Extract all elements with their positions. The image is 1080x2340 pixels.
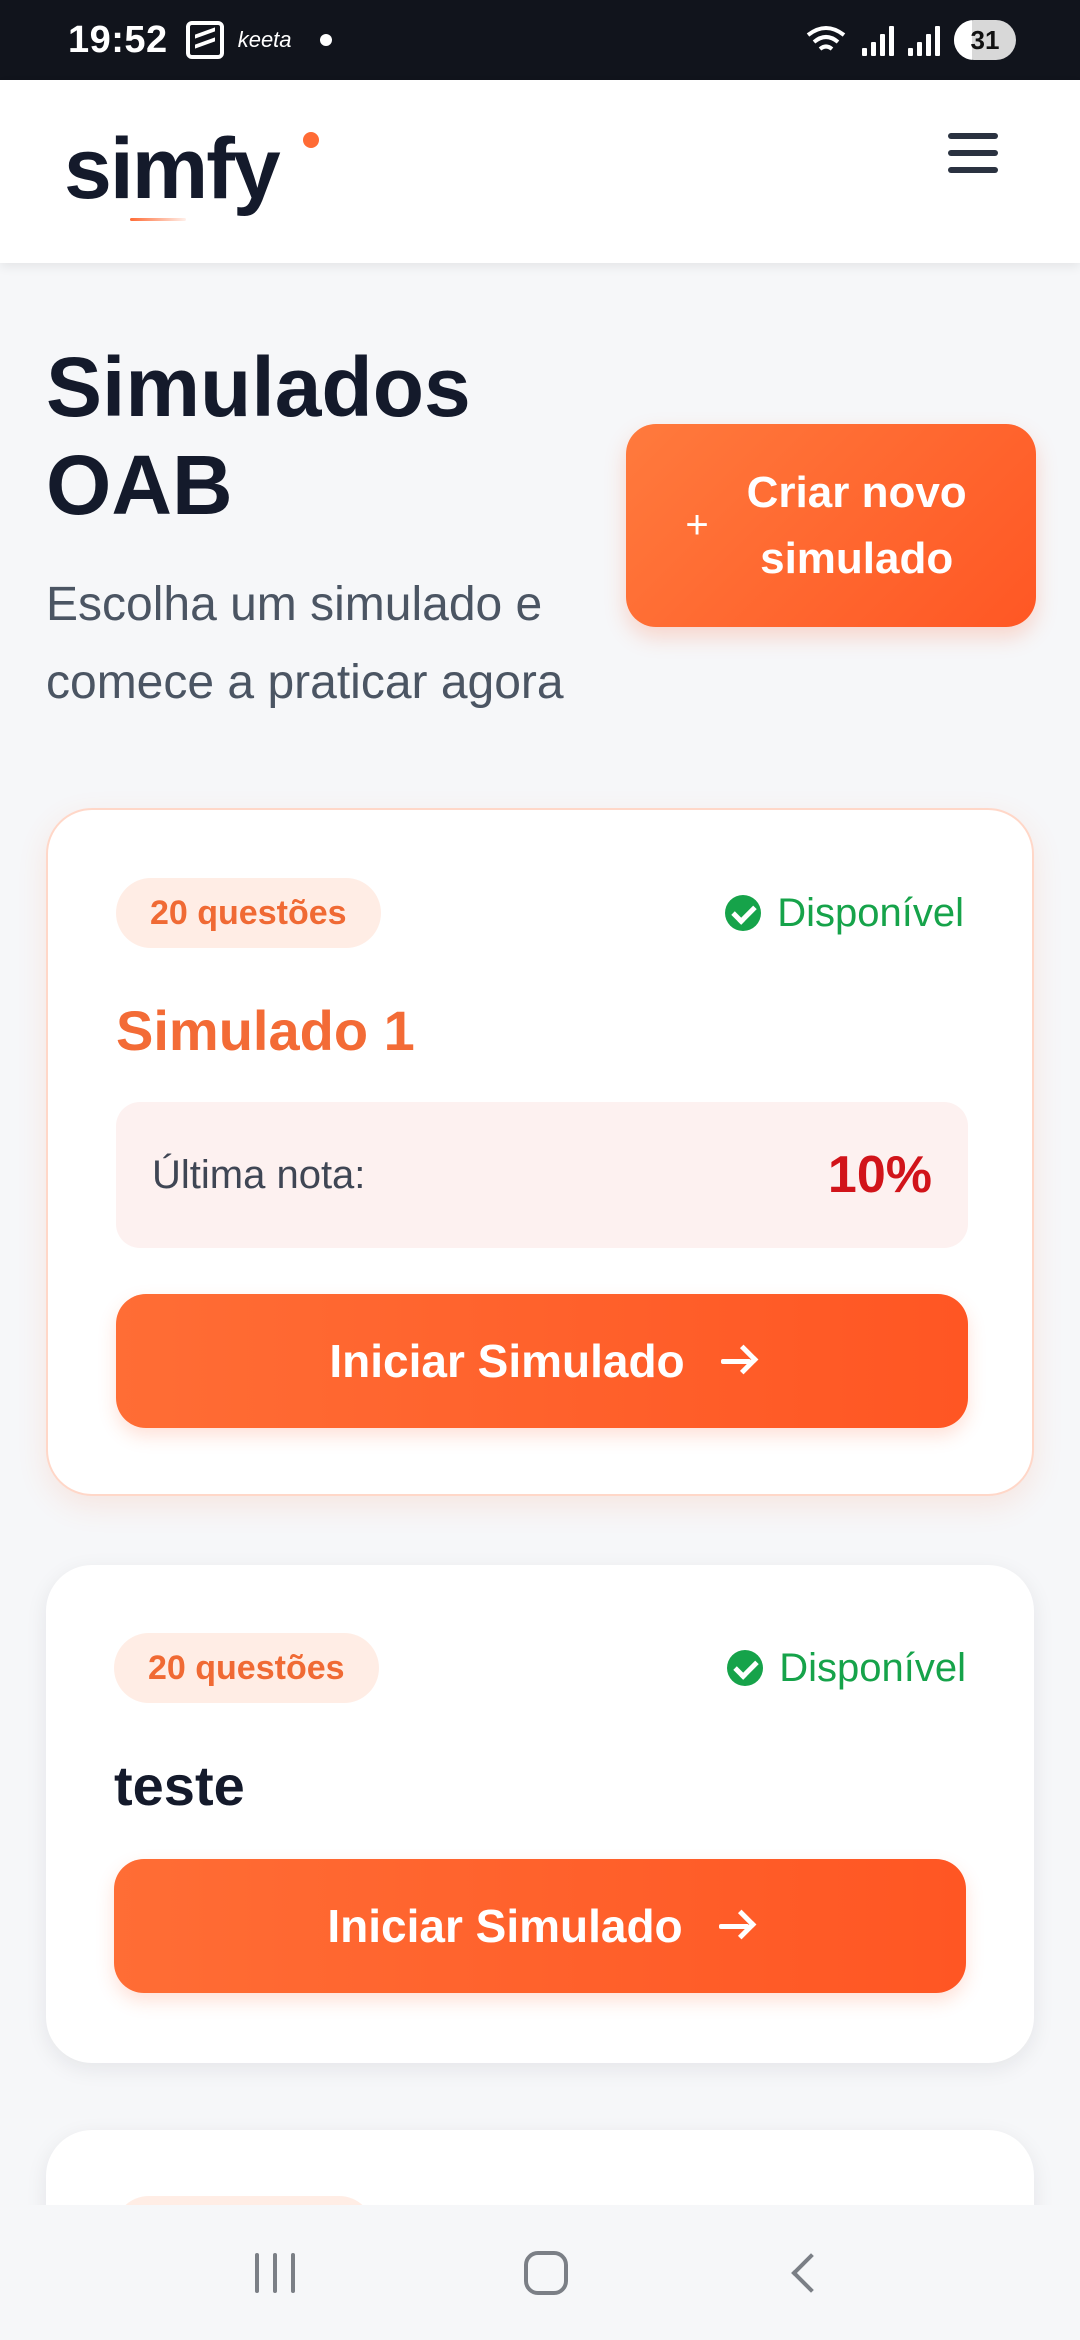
status-available: Disponível [727,1637,966,1699]
status-label: Disponível [779,1645,966,1690]
last-grade-label: Última nota: [152,1152,366,1197]
question-count-badge: 20 questões [116,878,381,948]
page-subtitle: Escolha um simulado e comece a praticar … [46,578,564,709]
signal-2-icon [908,24,940,56]
plus-icon: + [685,503,709,547]
create-simulado-label: Criar novo simulado [746,467,967,583]
notification-app-icon [185,21,224,59]
back-icon[interactable] [791,2252,832,2293]
simulado-title: Simulado 1 [116,999,415,1062]
start-simulado-button[interactable]: Iniciar Simulado [116,1294,968,1428]
arrow-right-icon [719,1343,755,1379]
system-icons: 31 [804,20,1016,60]
status-available: Disponível [725,882,964,944]
start-simulado-button[interactable]: Iniciar Simulado [114,1859,966,1993]
simulado-title: teste [114,1754,245,1817]
page-title: Simulados OAB [46,340,471,532]
status-label: Disponível [777,890,964,935]
hamburger-menu-icon[interactable] [940,120,1006,186]
simfy-logo[interactable]: simfy [64,120,281,219]
home-icon[interactable] [523,2250,568,2295]
start-simulado-label: Iniciar Simulado [329,1335,685,1387]
notification-icons: keeta [185,21,332,59]
notification-keeta-icon: keeta [237,27,292,52]
wifi-icon [806,26,846,51]
logo-underline [130,218,186,221]
more-notifications-dot-icon [319,34,332,46]
last-grade-box: Última nota: 10% [116,1102,968,1248]
check-circle-icon [725,895,762,931]
create-simulado-button[interactable]: + Criar novo simulado [626,424,1036,627]
battery-icon: 31 [954,20,1016,60]
status-bar: 19:52 keeta 31 [0,0,1080,80]
start-simulado-label: Iniciar Simulado [327,1900,683,1952]
check-circle-icon [727,1650,764,1686]
arrow-right-icon [717,1908,753,1944]
recent-apps-icon[interactable] [254,2252,295,2293]
system-navigation-bar [0,2205,1080,2340]
simulado-card: 20 questões Disponível Simulado 1 Última… [46,808,1034,1496]
app-header: simfy [0,80,1080,263]
status-time: 19:52 [68,18,168,61]
logo-dot-icon [303,132,319,148]
battery-level: 31 [970,24,1000,55]
last-grade-value: 10% [827,1146,932,1204]
signal-icon [862,24,894,56]
simulado-card: 20 questões Disponível teste Iniciar Sim… [46,1565,1034,2063]
question-count-badge: 20 questões [114,1633,379,1703]
